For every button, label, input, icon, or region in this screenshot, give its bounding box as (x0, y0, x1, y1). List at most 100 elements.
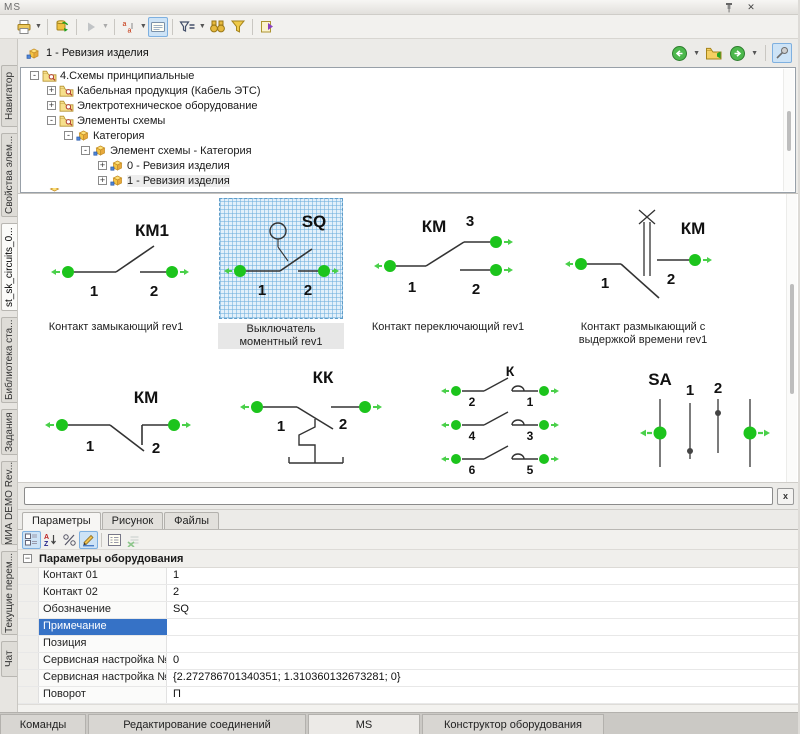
expander-icon[interactable]: + (47, 101, 56, 110)
symbols-scrollbar-thumb[interactable] (790, 284, 794, 394)
property-group-header[interactable]: − Параметры оборудования (18, 550, 798, 568)
tree-item-element-category[interactable]: - Элемент схемы - Категория (21, 143, 795, 158)
tree-scrollbar[interactable] (783, 69, 794, 191)
filter-button[interactable] (228, 17, 248, 37)
open-folder-button[interactable] (703, 43, 725, 63)
terminal-number: 2 (152, 440, 160, 457)
tab-parameters[interactable]: Параметры (22, 512, 101, 530)
tab-files[interactable]: Файлы (164, 512, 219, 529)
property-value[interactable]: 0 (167, 653, 798, 669)
symbol-tile-selector-switch[interactable]: SA 1 2 Пе (613, 361, 784, 482)
expander-icon[interactable]: - (30, 71, 39, 80)
property-value[interactable]: SQ (167, 602, 798, 618)
side-tab-navigator[interactable]: Навигатор (1, 65, 17, 127)
property-row-contact02[interactable]: Контакт 02 2 (18, 585, 798, 602)
symbol-tile-opening-contact[interactable]: КМ 1 2 Ко (32, 361, 200, 482)
symbol-tile-closing-contact[interactable]: КМ1 1 2 Контакт замыкающий (32, 198, 200, 334)
property-value[interactable] (167, 636, 798, 652)
expander-icon[interactable]: + (98, 161, 107, 170)
bottom-tab-commands[interactable]: Команды (0, 714, 86, 734)
expander-icon[interactable]: - (81, 146, 90, 155)
find-button[interactable] (207, 17, 228, 37)
property-row-service1[interactable]: Сервисная настройка №1 0 (18, 653, 798, 670)
symbol-tile-thermal-relay-contact[interactable]: КК 1 2 (226, 361, 405, 482)
side-tab-current-variables[interactable]: Текущие перем... (1, 551, 17, 635)
side-tab-mia-demo[interactable]: МИА DEMO Rev... (1, 461, 17, 545)
print-button[interactable] (14, 17, 34, 37)
expander-icon[interactable]: - (47, 116, 56, 125)
expander-icon[interactable]: + (98, 176, 107, 185)
property-row-rotation[interactable]: Поворот П (18, 687, 798, 704)
tree-item-electrical-equipment[interactable]: + Электротехническое оборудование (21, 98, 795, 113)
symbol-tile-momentary-switch[interactable]: SQ 1 2 (218, 198, 344, 349)
tree-item-revision-1[interactable]: + 1 - Ревизия изделия (21, 173, 795, 188)
tree-item-category[interactable]: - Категория (21, 128, 795, 143)
closing-contact-symbol: КМ1 1 2 (40, 200, 192, 312)
property-value[interactable]: 1 (167, 568, 798, 584)
tree-scrollbar-thumb[interactable] (787, 111, 791, 151)
expander-icon[interactable]: + (47, 86, 56, 95)
chevron-down-icon[interactable]: ▼ (102, 23, 109, 30)
back-button[interactable] (669, 43, 690, 63)
chevron-down-icon[interactable]: ▼ (693, 50, 700, 57)
property-row-note[interactable]: Примечание (18, 619, 798, 636)
property-value[interactable]: П (167, 687, 798, 703)
chevron-down-icon[interactable]: ▼ (751, 50, 758, 57)
tree-item-schemes[interactable]: - 4.Схемы принципиальные (21, 68, 795, 83)
tree-item-scheme-elements[interactable]: - Элементы схемы (21, 113, 795, 128)
run-button[interactable] (81, 17, 101, 37)
side-tab-element-properties[interactable]: Свойства элем... (1, 133, 17, 217)
tree-item-cables[interactable]: + Кабельная продукция (Кабель ЭТС) (21, 83, 795, 98)
side-tab-strip: Навигатор Свойства элем... st_sk_circuit… (0, 39, 18, 712)
tab-drawing[interactable]: Рисунок (102, 512, 164, 529)
property-value[interactable] (167, 619, 798, 635)
bottom-tab-ms[interactable]: MS (308, 714, 420, 734)
symbol-tile-contactor[interactable]: К (431, 361, 587, 482)
chevron-down-icon[interactable]: ▼ (35, 23, 42, 30)
side-tab-chat[interactable]: Чат (1, 641, 17, 677)
property-row-service2[interactable]: Сервисная настройка №2 {2.27278670134035… (18, 670, 798, 687)
card-view-button[interactable] (148, 17, 168, 37)
clear-search-button[interactable]: x (777, 488, 794, 505)
edit-button[interactable] (79, 531, 98, 549)
property-value[interactable]: {2.272786701340351; 1.310360132673281; 0… (167, 670, 798, 686)
export-button[interactable] (257, 17, 277, 37)
collapse-icon[interactable]: − (23, 554, 32, 563)
refresh-data-button[interactable] (52, 17, 72, 37)
property-row-contact01[interactable]: Контакт 01 1 (18, 568, 798, 585)
tree-item-revision-0[interactable]: + 0 - Ревизия изделия (21, 158, 795, 173)
symbol-tile-changeover-contact[interactable]: КМ 3 1 (362, 198, 534, 334)
filter-conditions-button[interactable] (177, 17, 198, 37)
expander-icon[interactable]: - (64, 131, 73, 140)
chevron-down-icon[interactable]: ▼ (199, 23, 206, 30)
show-percent-button[interactable] (60, 531, 79, 549)
property-pages-button[interactable] (105, 531, 124, 549)
side-tab-st-sk-circuits[interactable]: st_sk_circuits_0... (1, 223, 17, 311)
side-tab-standard-library[interactable]: Библиотека ста... (1, 317, 17, 403)
close-icon[interactable]: ✕ (744, 1, 758, 13)
forward-button[interactable] (727, 43, 748, 63)
tree-item-label: 1 - Ревизия изделия (127, 175, 230, 187)
time-delay-contact-symbol: КМ 1 2 (563, 200, 723, 312)
parameters-panel: Параметры Рисунок Файлы AZ − Пара (18, 509, 798, 712)
property-row-designation[interactable]: Обозначение SQ (18, 602, 798, 619)
pin-panel-button[interactable] (772, 43, 792, 63)
property-row-position[interactable]: Позиция (18, 636, 798, 653)
bottom-tab-connection-editing[interactable]: Редактирование соединений (88, 714, 306, 734)
property-value[interactable]: 2 (167, 585, 798, 601)
clear-value-button[interactable] (124, 531, 143, 549)
pin-icon[interactable] (722, 1, 736, 13)
symbol-tile-time-delay-contact[interactable]: КМ 1 2 (552, 198, 734, 347)
symbol-caption: Контакт замыкающий rev1 (49, 321, 184, 334)
sort-mode-button[interactable]: aa (119, 17, 139, 37)
pin-icon-glyph (724, 2, 734, 13)
categorized-view-button[interactable] (22, 531, 41, 549)
symbols-scrollbar[interactable] (786, 194, 797, 482)
bottom-tab-equipment-constructor[interactable]: Конструктор оборудования (422, 714, 604, 734)
side-tab-tasks[interactable]: Задания (1, 409, 17, 455)
chevron-down-icon[interactable]: ▼ (140, 23, 147, 30)
search-input[interactable] (24, 487, 773, 505)
horizontal-scrollbar[interactable] (18, 704, 798, 712)
row-gutter (18, 602, 39, 618)
sort-alphabetical-button[interactable]: AZ (41, 531, 60, 549)
